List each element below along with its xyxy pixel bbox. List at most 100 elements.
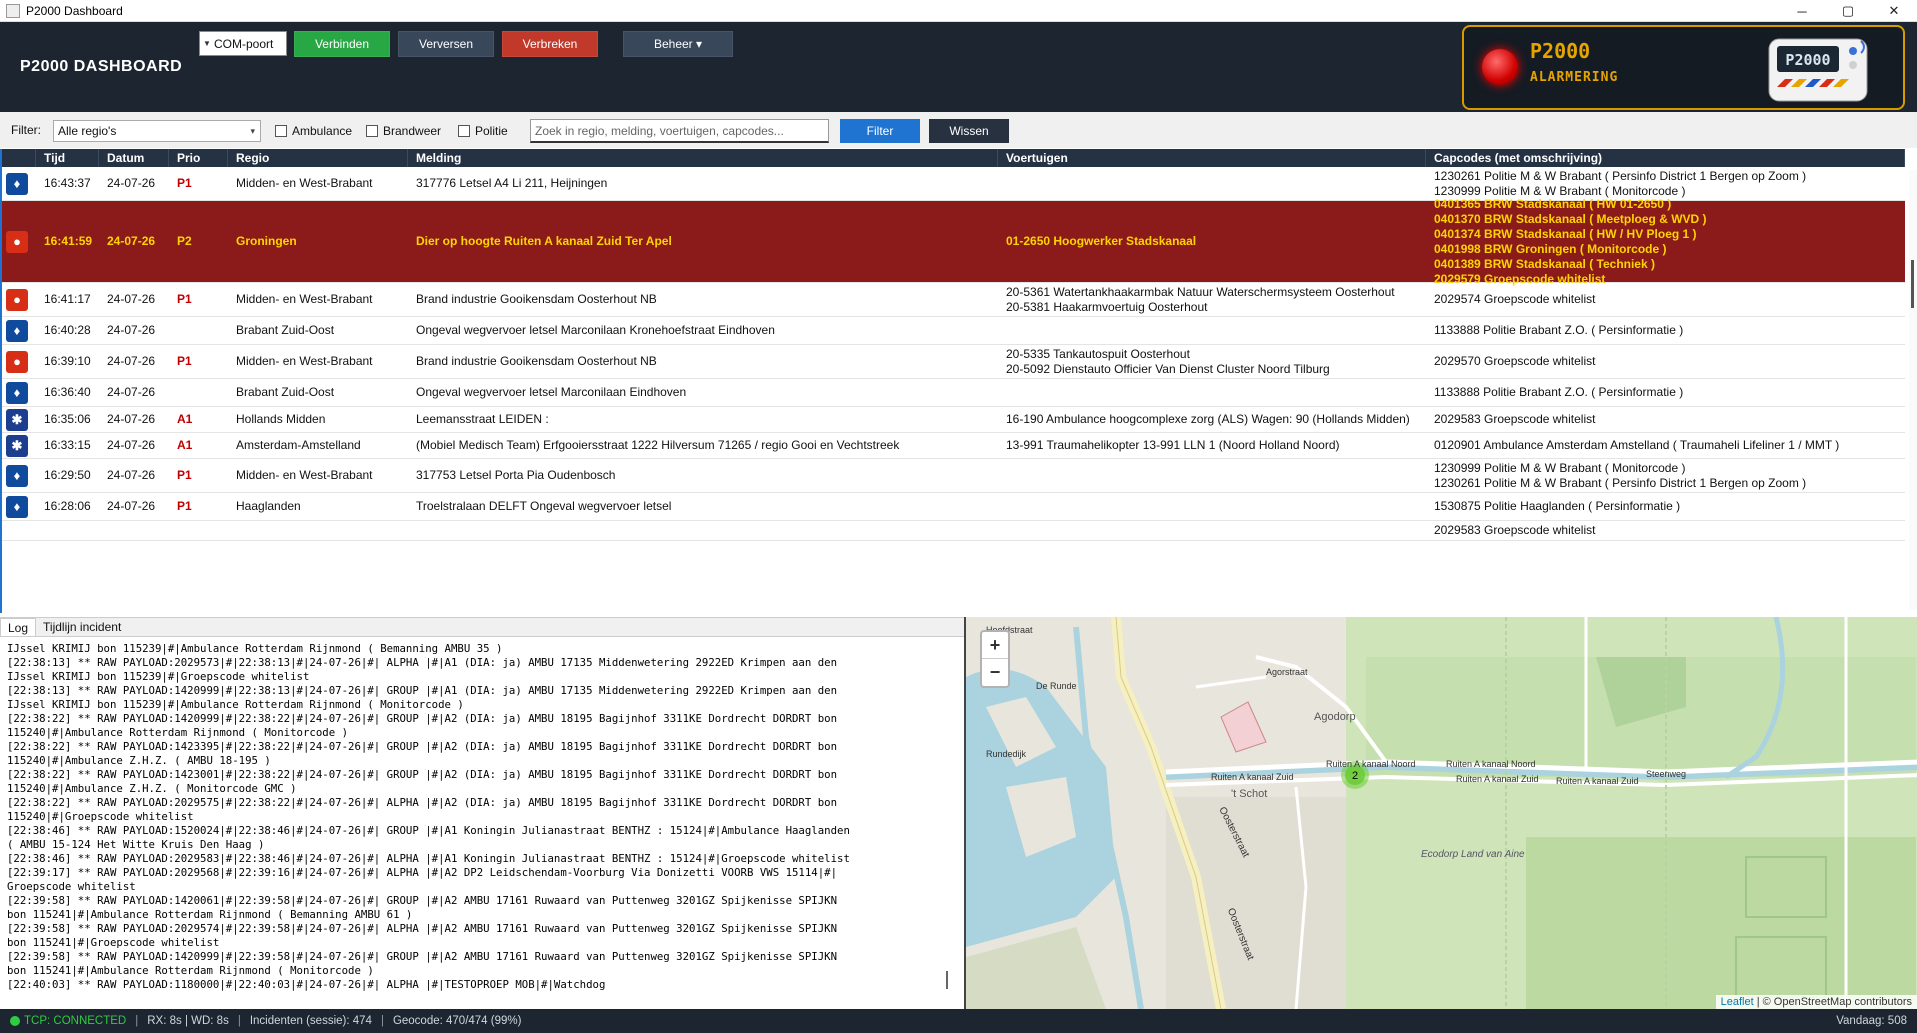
zoom-in-button[interactable]: + xyxy=(982,632,1008,659)
vehicle-line: 13-991 Traumahelikopter 13-991 LLN 1 (No… xyxy=(1006,438,1340,452)
capcode-line: 1230999 Politie M & W Brabant ( Monitorc… xyxy=(1434,460,1686,475)
row-icon-cell: ♦ xyxy=(2,495,36,518)
ambulance-checkbox[interactable]: Ambulance xyxy=(275,124,352,138)
pager-text: P2000 xyxy=(1785,51,1830,69)
incident-time-cell: 16:29:50 xyxy=(36,468,99,483)
table-row[interactable]: ● 16:41:17 24-07-26 P1 Midden- en West-Braba… xyxy=(2,283,1905,317)
incident-date: 24-07-26 xyxy=(107,354,156,368)
police-icon: ♦ xyxy=(6,495,28,518)
com-port-label: COM-poort xyxy=(214,36,274,51)
filter-label: Filter: xyxy=(11,123,41,137)
table-row[interactable]: ♦ 16:29:50 24-07-26 P1 Midden- en West-Braba… xyxy=(2,459,1905,493)
clear-button[interactable]: Wissen xyxy=(929,119,1009,143)
log-line: [22:39:58] ** RAW PAYLOAD:2029574|#|22:3… xyxy=(7,922,838,935)
table-row[interactable]: ✱ 16:35:06 24-07-26 A1 Hollands Midden Leeman… xyxy=(2,407,1905,433)
maximize-button[interactable]: ▢ xyxy=(1825,0,1871,22)
map-cluster-marker[interactable]: 2 xyxy=(1352,770,1358,782)
map-label-rundedijk: Rundedijk xyxy=(986,749,1027,759)
manage-menu-button[interactable]: Beheer ▾ xyxy=(623,31,733,57)
vehicles-cell: 01-2650 Hoogwerker Stadskanaal xyxy=(998,234,1426,249)
region-select[interactable]: Alle regio's ▾ xyxy=(53,120,261,142)
column-header[interactable]: Capcodes (met omschrijving) xyxy=(1426,149,1905,167)
column-header[interactable]: Prio xyxy=(169,149,228,167)
capcode-line: 1530875 Politie Haaglanden ( Persinforma… xyxy=(1434,499,1681,513)
capcodes-cell: 1230261 Politie M & W Brabant ( Persinfo… xyxy=(1426,169,1905,199)
log-line: [22:39:58] ** RAW PAYLOAD:1420999|#|22:3… xyxy=(7,950,838,963)
column-header[interactable]: Tijd xyxy=(36,149,99,167)
vehicles-cell: 20-5335 Tankautospuit Oosterhout 20-5092 … xyxy=(998,347,1426,377)
vehicles-cell: 13-991 Traumahelikopter 13-991 LLN 1 (No… xyxy=(998,438,1426,453)
leaflet-link[interactable]: Leaflet xyxy=(1721,996,1754,1008)
incident-message-cell: Troelstralaan DELFT Ongeval wegvervoer l… xyxy=(408,499,998,514)
incident-priority-cell: P1 xyxy=(169,499,228,514)
capcode-line: 0401998 BRW Groningen ( Monitorcode ) xyxy=(1434,241,1667,256)
row-icon-cell: ✱ xyxy=(2,434,36,457)
tab-log[interactable]: Log xyxy=(0,618,37,636)
incident-date-cell: 24-07-26 xyxy=(99,292,169,307)
vehicles-cell: 16-190 Ambulance hoogcomplexe zorg (ALS)… xyxy=(998,412,1426,427)
incident-message: 317753 Letsel Porta Pia Oudenbosch xyxy=(416,468,616,482)
capcodes-cell: 0401365 BRW Stadskanaal ( HW 01-2650 ) 04… xyxy=(1426,197,1905,287)
zoom-out-button[interactable]: − xyxy=(982,659,1008,686)
header: P2000 DASHBOARD ▼ COM-poort Verbinden Ver… xyxy=(0,22,1917,112)
table-row[interactable]: 2029583 Groepscode whitelist xyxy=(2,521,1905,541)
alarm-panel: P2000 ALARMERING P2000 xyxy=(1462,25,1905,110)
column-header[interactable]: Melding xyxy=(408,149,998,167)
column-header[interactable] xyxy=(2,149,36,167)
incident-time-cell: 16:36:40 xyxy=(36,385,99,400)
column-header[interactable]: Voertuigen xyxy=(998,149,1426,167)
incident-message-cell: Ongeval wegvervoer letsel Marconilaan Ei… xyxy=(408,385,998,400)
filter-button[interactable]: Filter xyxy=(840,119,920,143)
incident-message-cell: Brand industrie Gooikensdam Oosterhout N… xyxy=(408,354,998,369)
column-header[interactable]: Datum xyxy=(99,149,169,167)
map-label-steenweg: Steenweg xyxy=(1646,769,1686,779)
incident-date: 24-07-26 xyxy=(107,438,156,452)
row-icon-cell: ♦ xyxy=(2,319,36,342)
table-row[interactable]: ● 16:41:59 24-07-26 P2 Groningen Dier op hoog… xyxy=(2,197,1905,286)
alarm-title: P2000 xyxy=(1530,39,1591,63)
checkbox-box[interactable] xyxy=(366,125,378,137)
log-line: [22:38:22] ** RAW PAYLOAD:1423001|#|22:3… xyxy=(7,768,838,781)
incident-date: 24-07-26 xyxy=(107,292,156,306)
incident-time-cell: 16:28:06 xyxy=(36,499,99,514)
close-button[interactable]: ✕ xyxy=(1871,0,1917,22)
refresh-button[interactable]: Verversen xyxy=(398,31,494,57)
table-scrollbar[interactable] xyxy=(1909,170,1917,610)
fire-icon: ● xyxy=(6,350,28,373)
map-tiles[interactable]: 2 Oosterstraat Oosterstraat Ruiten A kan… xyxy=(966,617,1917,1009)
incident-priority-cell: P2 xyxy=(169,234,228,249)
incident-message: Ongeval wegvervoer letsel Marconilaan Ei… xyxy=(416,385,687,399)
checkbox-box[interactable] xyxy=(275,125,287,137)
connect-button[interactable]: Verbinden xyxy=(294,31,390,57)
incident-date-cell: 24-07-26 xyxy=(99,438,169,453)
incident-time-cell: 16:35:06 xyxy=(36,412,99,427)
table-row[interactable]: ● 16:39:10 24-07-26 P1 Midden- en West-Braba… xyxy=(2,345,1905,379)
incident-date-cell: 24-07-26 xyxy=(99,234,169,249)
table-row[interactable]: ✱ 16:33:15 24-07-26 A1 Amsterdam-Amstelland (… xyxy=(2,433,1905,459)
scrollbar-thumb[interactable] xyxy=(1911,260,1914,308)
capcodes-cell: 2029574 Groepscode whitelist xyxy=(1426,292,1905,307)
ambulance-icon: ✱ xyxy=(6,434,28,457)
brandweer-checkbox-label: Brandweer xyxy=(383,124,442,138)
politie-checkbox[interactable]: Politie xyxy=(458,124,508,138)
log-scrollbar[interactable] xyxy=(946,971,948,989)
table-row[interactable]: ♦ 16:28:06 24-07-26 P1 Haaglanden Troelstrala… xyxy=(2,493,1905,521)
search-input[interactable]: Zoek in regio, melding, voertuigen, capc… xyxy=(530,119,829,143)
alarm-subtitle: ALARMERING xyxy=(1530,70,1619,85)
map-label-ruiten-zuid-3: Ruiten A kanaal Zuid xyxy=(1556,776,1639,786)
tab-incident-timeline[interactable]: Tijdlijn incident xyxy=(36,618,128,636)
table-row[interactable]: ♦ 16:36:40 24-07-26 Brabant Zuid-Oost Ongeva… xyxy=(2,379,1905,407)
vehicle-line: 20-5335 Tankautospuit Oosterhout xyxy=(1006,346,1190,361)
map-view[interactable]: 2 Oosterstraat Oosterstraat Ruiten A kan… xyxy=(964,617,1917,1009)
brandweer-checkbox[interactable]: Brandweer xyxy=(366,124,441,138)
map-label-derunde: De Runde xyxy=(1036,681,1077,691)
map-label-schot: 't Schot xyxy=(1231,788,1267,800)
row-icon-cell: ♦ xyxy=(2,464,36,487)
table-row[interactable]: ♦ 16:40:28 24-07-26 Brabant Zuid-Oost Ongeva… xyxy=(2,317,1905,345)
incident-region: Groningen xyxy=(236,234,297,248)
column-header[interactable]: Regio xyxy=(228,149,408,167)
minimize-button[interactable]: ─ xyxy=(1779,0,1825,22)
checkbox-box[interactable] xyxy=(458,125,470,137)
com-port-select[interactable]: ▼ COM-poort xyxy=(199,31,287,56)
disconnect-button[interactable]: Verbreken xyxy=(502,31,598,57)
